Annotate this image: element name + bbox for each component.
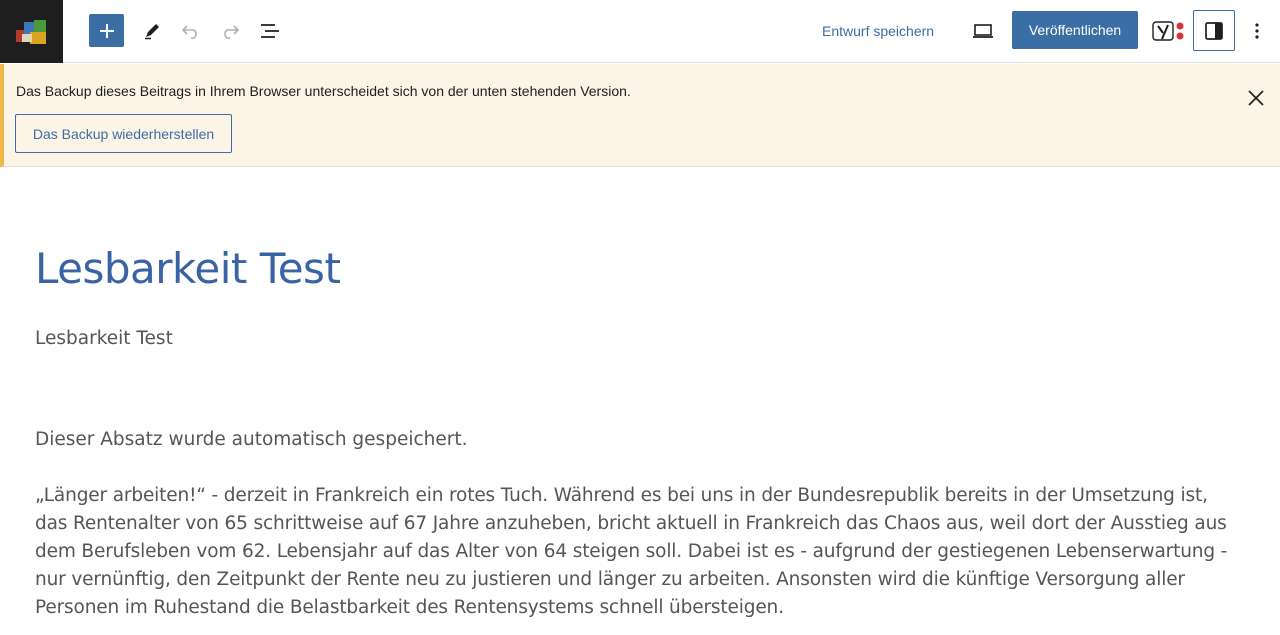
paragraph-block[interactable]: „Länger arbeiten!“ - derzeit in Frankrei… [35, 482, 1245, 622]
list-view-icon [261, 23, 279, 38]
plus-icon [99, 23, 114, 38]
preview-button[interactable] [966, 14, 1000, 47]
block-inserter-button[interactable] [89, 14, 124, 47]
close-icon [1248, 90, 1264, 106]
editor-toolbar: Entwurf speichern Veröffentlichen [0, 0, 1280, 63]
notice-close-button[interactable] [1242, 84, 1270, 112]
backup-notice: Das Backup dieses Beitrags in Ihrem Brow… [0, 64, 1280, 167]
restore-backup-button[interactable]: Das Backup wiederherstellen [15, 114, 232, 153]
laptop-icon [973, 23, 993, 38]
undo-icon [181, 24, 197, 39]
notice-message: Das Backup dieses Beitrags in Ihrem Brow… [16, 83, 631, 99]
sidebar-toggle-icon [1205, 21, 1223, 40]
redo-button[interactable] [216, 14, 244, 47]
publish-button[interactable]: Veröffentlichen [1012, 11, 1138, 49]
save-draft-button[interactable]: Entwurf speichern [812, 14, 944, 47]
tools-button[interactable] [138, 14, 166, 47]
pen-icon [145, 23, 159, 39]
more-vertical-icon [1255, 22, 1259, 39]
paragraph-block[interactable]: Dieser Absatz wurde automatisch gespeich… [35, 426, 1245, 454]
yoast-icon [1152, 20, 1184, 41]
paragraph-block[interactable]: Lesbarkeit Test [35, 325, 1245, 353]
post-title[interactable]: Lesbarkeit Test [35, 244, 341, 293]
list-view-button[interactable] [255, 14, 285, 47]
undo-button[interactable] [177, 14, 205, 47]
settings-sidebar-toggle[interactable] [1193, 10, 1235, 51]
redo-icon [224, 24, 240, 39]
yoast-seo-button[interactable] [1150, 14, 1186, 47]
site-logo-icon[interactable] [0, 0, 63, 63]
more-options-button[interactable] [1243, 14, 1271, 47]
